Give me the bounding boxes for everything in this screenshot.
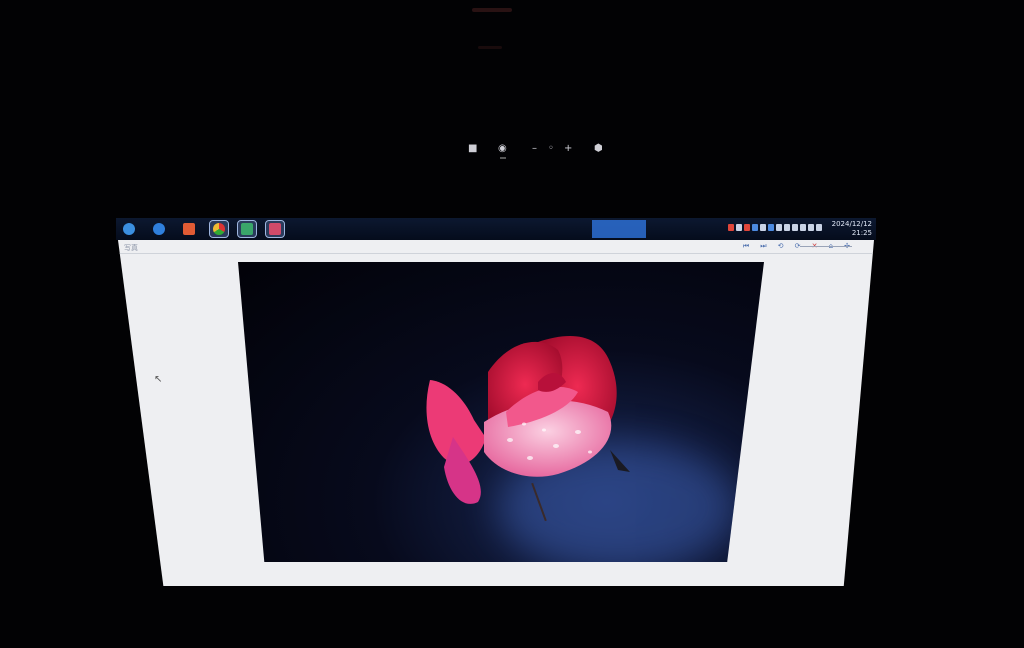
taskbar-clock[interactable]: 2024/12/12 21:25 bbox=[826, 220, 872, 238]
system-tray[interactable] bbox=[728, 224, 824, 234]
indicator-dot bbox=[500, 157, 506, 159]
start-orb-icon[interactable] bbox=[120, 221, 138, 237]
toolbar-divider bbox=[118, 253, 874, 254]
settings-icon[interactable]: ⬢ bbox=[594, 143, 603, 155]
photo-viewer-window: 写真 ⏮ ⏭ ⟲ ⟳ ✕ ⌂ ✢ ↖ bbox=[118, 240, 874, 586]
status-item[interactable]: 回転設定 bbox=[464, 590, 488, 599]
status-item[interactable]: ファイルプロパティ bbox=[272, 590, 326, 599]
status-item[interactable]: 写真 画像 ファイル情報 bbox=[170, 590, 234, 599]
rose-flower bbox=[426, 336, 630, 504]
mouse-cursor-icon: ↖ bbox=[154, 374, 163, 385]
displayed-photo[interactable] bbox=[238, 262, 764, 562]
ambient-light bbox=[478, 46, 502, 49]
stop-icon[interactable]: ■ bbox=[468, 143, 477, 155]
media-player-icon[interactable] bbox=[180, 221, 198, 237]
window-title: 写真 bbox=[124, 244, 138, 252]
monitor-screen: 2024/12/12 21:25 写真 ⏮ ⏭ ⟲ ⟳ ✕ ⌂ ✢ ↖ bbox=[116, 218, 876, 592]
last-image-icon[interactable]: ⏭ bbox=[760, 242, 766, 251]
status-dot-icon bbox=[811, 590, 818, 597]
reset-icon[interactable]: ◉ bbox=[498, 143, 507, 155]
progress-indicator bbox=[164, 599, 244, 601]
taskbar-highlight bbox=[592, 220, 646, 238]
chrome-icon[interactable] bbox=[209, 220, 229, 238]
taskbar: 2024/12/12 21:25 bbox=[116, 218, 876, 240]
first-image-icon[interactable]: ⏮ bbox=[743, 242, 749, 251]
internet-explorer-icon[interactable] bbox=[150, 221, 168, 237]
zoom-reset-icon[interactable]: ◦ bbox=[548, 143, 554, 155]
zoom-out-icon[interactable]: – bbox=[532, 143, 537, 155]
rotate-left-icon[interactable]: ⟲ bbox=[778, 242, 784, 250]
floating-control-bar: ■ ◉ – ◦ + ⬢ bbox=[462, 140, 612, 160]
status-item[interactable]: ズームレイアウト bbox=[524, 590, 572, 599]
viewer-toolbar: ⏮ ⏭ ⟲ ⟳ ✕ ⌂ ✢ bbox=[737, 242, 850, 252]
zoom-in-icon[interactable]: + bbox=[564, 143, 572, 155]
zoom-slider[interactable] bbox=[800, 246, 852, 247]
photo-viewer-icon[interactable] bbox=[265, 220, 285, 238]
status-item[interactable]: スライドショー設定 bbox=[370, 590, 424, 599]
ambient-light bbox=[472, 8, 512, 12]
photo-gallery-icon[interactable] bbox=[237, 220, 257, 238]
status-bar: 写真 画像 ファイル情報 ファイルプロパティ スライドショー設定 回転設定 ズー… bbox=[164, 586, 824, 601]
